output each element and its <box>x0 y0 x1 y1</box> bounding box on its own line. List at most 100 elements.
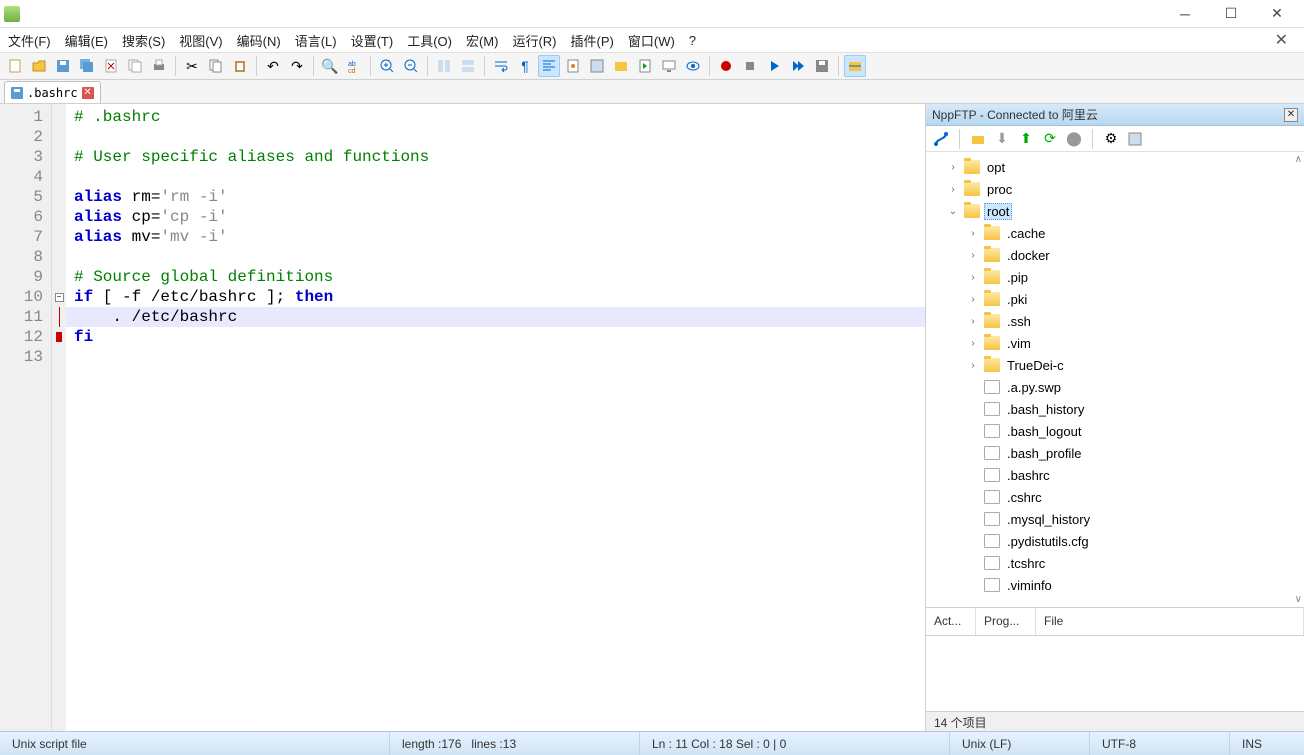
function-list-icon[interactable] <box>586 55 608 77</box>
redo-icon[interactable]: ↷ <box>286 55 308 77</box>
ftp-download-icon[interactable]: ⬇ <box>993 130 1011 148</box>
code-line[interactable]: if [ -f /etc/bashrc ]; then <box>66 287 925 307</box>
menu-edit[interactable]: 编辑(E) <box>65 31 108 50</box>
play-multi-icon[interactable] <box>787 55 809 77</box>
paste-icon[interactable] <box>229 55 251 77</box>
tree-node[interactable]: .bash_history <box>926 398 1304 420</box>
zoom-out-icon[interactable] <box>400 55 422 77</box>
tree-node[interactable]: ›.ssh <box>926 310 1304 332</box>
tree-label[interactable]: .pydistutils.cfg <box>1004 533 1092 550</box>
tree-label[interactable]: .cache <box>1004 225 1048 242</box>
fold-marker[interactable] <box>52 127 66 147</box>
fold-marker[interactable] <box>52 147 66 167</box>
tree-node[interactable]: ›.pip <box>926 266 1304 288</box>
menu-settings[interactable]: 设置(T) <box>351 31 394 50</box>
sync-v-icon[interactable] <box>433 55 455 77</box>
status-eol[interactable]: Unix (LF) <box>950 732 1090 755</box>
eye-icon[interactable] <box>682 55 704 77</box>
status-encoding[interactable]: UTF-8 <box>1090 732 1230 755</box>
tree-node[interactable]: ›.pki <box>926 288 1304 310</box>
save-macro-icon[interactable] <box>811 55 833 77</box>
fold-marker[interactable] <box>52 247 66 267</box>
fold-marker[interactable] <box>52 167 66 187</box>
tree-label[interactable]: .tcshrc <box>1004 555 1048 572</box>
menu-run[interactable]: 运行(R) <box>512 31 556 50</box>
tree-node[interactable]: .tcshrc <box>926 552 1304 574</box>
show-all-chars-icon[interactable]: ¶ <box>514 55 536 77</box>
ftp-settings-icon[interactable]: ⚙ <box>1102 130 1120 148</box>
zoom-in-icon[interactable] <box>376 55 398 77</box>
menu-encoding[interactable]: 编码(N) <box>237 31 281 50</box>
status-insert-mode[interactable]: INS <box>1230 732 1304 755</box>
minimize-button[interactable]: ─ <box>1162 0 1208 28</box>
tree-label[interactable]: proc <box>984 181 1015 198</box>
record-macro-icon[interactable] <box>715 55 737 77</box>
col-progress[interactable]: Prog... <box>976 608 1036 635</box>
tree-node[interactable]: .cshrc <box>926 486 1304 508</box>
code-line[interactable]: # Source global definitions <box>66 267 925 287</box>
chevron-right-icon[interactable]: › <box>966 250 980 261</box>
menu-file[interactable]: 文件(F) <box>8 31 51 50</box>
code-line[interactable]: alias cp='cp -i' <box>66 207 925 227</box>
tree-node[interactable]: .bashrc <box>926 464 1304 486</box>
chevron-right-icon[interactable]: › <box>966 360 980 371</box>
tree-node[interactable]: › opt <box>926 156 1304 178</box>
code-line[interactable]: fi <box>66 327 925 347</box>
tree-label[interactable]: .ssh <box>1004 313 1034 330</box>
tree-node[interactable]: ›proc <box>926 178 1304 200</box>
chevron-right-icon[interactable]: › <box>946 162 960 173</box>
wrap-icon[interactable] <box>490 55 512 77</box>
code-line[interactable]: # .bashrc <box>66 107 925 127</box>
tree-label[interactable]: opt <box>984 159 1008 176</box>
fold-marker[interactable]: − <box>52 287 66 307</box>
maximize-button[interactable]: ☐ <box>1208 0 1254 28</box>
doc-map-icon[interactable] <box>562 55 584 77</box>
tree-label[interactable]: .cshrc <box>1004 489 1045 506</box>
code-line[interactable]: . /etc/bashrc <box>66 307 925 327</box>
ftp-open-folder-icon[interactable] <box>969 130 987 148</box>
fold-marker[interactable] <box>52 227 66 247</box>
fold-marker[interactable] <box>52 327 66 347</box>
code-area[interactable]: # .bashrc # User specific aliases and fun… <box>66 104 925 731</box>
fold-marker[interactable] <box>52 347 66 367</box>
folder-view-icon[interactable] <box>610 55 632 77</box>
tab-bashrc[interactable]: .bashrc ✕ <box>4 81 101 103</box>
tree-label[interactable]: root <box>984 203 1012 220</box>
nppftp-close-icon[interactable]: ✕ <box>1284 108 1298 122</box>
find-icon[interactable]: 🔍 <box>319 55 341 77</box>
tree-node[interactable]: .mysql_history <box>926 508 1304 530</box>
fold-marker[interactable] <box>52 187 66 207</box>
print-icon[interactable] <box>148 55 170 77</box>
ftp-messages-icon[interactable] <box>1126 130 1144 148</box>
tree-node[interactable]: ›TrueDei-c <box>926 354 1304 376</box>
col-file[interactable]: File <box>1036 608 1304 635</box>
close-button[interactable]: ✕ <box>1254 0 1300 28</box>
tree-node[interactable]: ›.cache <box>926 222 1304 244</box>
indent-guide-icon[interactable] <box>538 55 560 77</box>
tree-label[interactable]: .a.py.swp <box>1004 379 1064 396</box>
fold-marker[interactable] <box>52 267 66 287</box>
tree-node[interactable]: .bash_profile <box>926 442 1304 464</box>
tree-label[interactable]: .mysql_history <box>1004 511 1093 528</box>
tree-label[interactable]: .vim <box>1004 335 1034 352</box>
code-line[interactable] <box>66 127 925 147</box>
sync-h-icon[interactable] <box>457 55 479 77</box>
fold-margin[interactable]: − <box>52 104 66 731</box>
menu-tools[interactable]: 工具(O) <box>407 31 452 50</box>
cut-icon[interactable]: ✂ <box>181 55 203 77</box>
scroll-down-icon[interactable]: ∨ <box>1295 594 1302 605</box>
undo-icon[interactable]: ↶ <box>262 55 284 77</box>
code-line[interactable]: # User specific aliases and functions <box>66 147 925 167</box>
fold-marker[interactable] <box>52 207 66 227</box>
play-macro-icon[interactable] <box>763 55 785 77</box>
ftp-abort-icon[interactable]: ⬤ <box>1065 130 1083 148</box>
menu-search[interactable]: 搜索(S) <box>122 31 165 50</box>
tree-label[interactable]: .bashrc <box>1004 467 1053 484</box>
close-file-icon[interactable] <box>100 55 122 77</box>
tree-label[interactable]: .bash_profile <box>1004 445 1084 462</box>
menu-view[interactable]: 视图(V) <box>179 31 222 50</box>
tree-node[interactable]: ⌄root <box>926 200 1304 222</box>
menu-help[interactable]: ? <box>689 33 696 48</box>
document-close-icon[interactable]: ✕ <box>1275 30 1296 50</box>
stop-macro-icon[interactable] <box>739 55 761 77</box>
